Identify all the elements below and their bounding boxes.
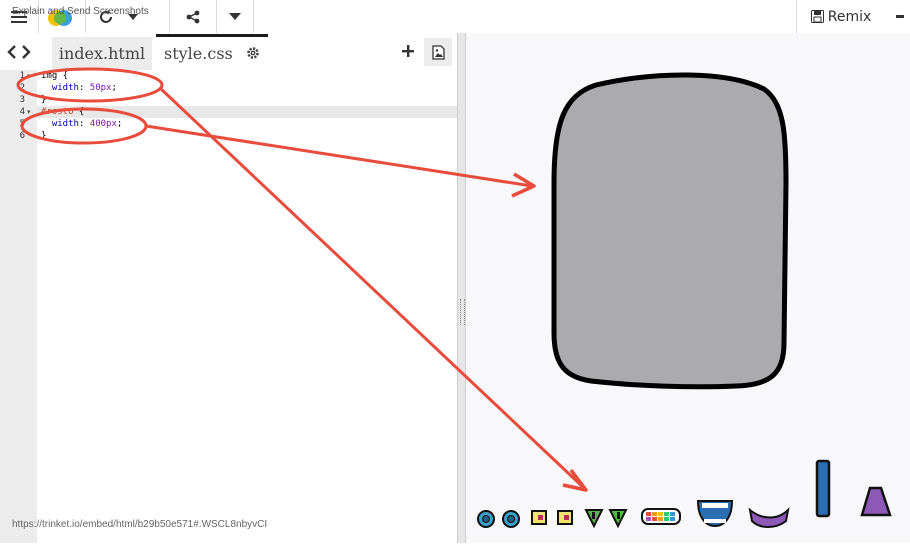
eye-image-1: [477, 510, 495, 528]
tab-label: style.css: [164, 44, 233, 63]
tab-label: index.html: [58, 44, 146, 63]
image-icon: [431, 44, 445, 60]
caret-down-icon: [228, 13, 241, 20]
nose-image-2: [860, 486, 892, 517]
chevron-left-icon[interactable]: [7, 44, 17, 59]
eye-image-6: [608, 509, 628, 529]
tab-style-css[interactable]: style.css: [156, 34, 268, 70]
fold-toggle[interactable]: ▾: [27, 72, 31, 80]
eye-image-3: [531, 510, 547, 525]
minus-icon: [896, 15, 904, 18]
code-line[interactable]: }: [41, 94, 46, 106]
more-dropdown-button[interactable]: [216, 0, 254, 33]
save-icon: [810, 10, 824, 23]
share-icon: [186, 10, 199, 23]
chevron-right-icon[interactable]: [21, 44, 31, 59]
line-number: 1: [19, 71, 25, 81]
line-number: 3: [19, 95, 25, 105]
remix-label: Remix: [827, 8, 872, 25]
fold-toggle[interactable]: ▾: [27, 108, 31, 116]
extension-label: Explain and Send Screenshots: [12, 6, 149, 17]
top-toolbar: Explain and Send Screenshots Remix: [0, 0, 910, 34]
line-number: 4: [19, 107, 25, 117]
active-line-highlight: [37, 106, 457, 118]
line-number: 5: [19, 119, 25, 129]
code-line[interactable]: width: 50px;: [41, 82, 117, 94]
gear-icon[interactable]: [246, 46, 260, 60]
line-number: 6: [19, 131, 25, 141]
resize-grip[interactable]: [460, 299, 465, 325]
share-button[interactable]: [169, 0, 217, 33]
line-number: 2: [19, 83, 25, 93]
add-file-button[interactable]: [398, 41, 418, 61]
code-editor[interactable]: img { width: 50px; } #rosto { width: 400…: [37, 70, 457, 543]
nose-image-1: [815, 459, 831, 518]
status-url: https://trinket.io/embed/html/b29b50e571…: [12, 519, 268, 530]
code-line[interactable]: width: 400px;: [41, 118, 122, 130]
plus-icon: [402, 45, 414, 57]
remix-button[interactable]: Remix: [796, 0, 885, 33]
eye-image-2: [502, 510, 520, 528]
code-line[interactable]: #rosto {: [41, 106, 84, 118]
image-library-button[interactable]: [424, 38, 452, 66]
tab-scroll-arrows[interactable]: [0, 33, 38, 70]
eye-image-4: [557, 510, 573, 525]
preview-canvas: [477, 72, 892, 529]
pane-resize-handle[interactable]: [457, 33, 466, 543]
overflow-button[interactable]: [896, 0, 910, 33]
editor-tab-bar: index.html style.css: [0, 33, 457, 70]
mouth-image-2: [696, 500, 734, 528]
mouth-image-1: [641, 508, 681, 525]
line-gutter: 1 ▾ 2 3 4 ▾ 5 6: [0, 70, 37, 543]
result-preview: [466, 33, 910, 543]
face-image: [551, 72, 789, 390]
tab-index-html[interactable]: index.html: [52, 37, 152, 70]
mouth-image-3: [748, 507, 790, 528]
code-line[interactable]: img {: [41, 70, 68, 82]
code-line[interactable]: }: [41, 130, 46, 142]
eye-image-5: [584, 509, 604, 529]
